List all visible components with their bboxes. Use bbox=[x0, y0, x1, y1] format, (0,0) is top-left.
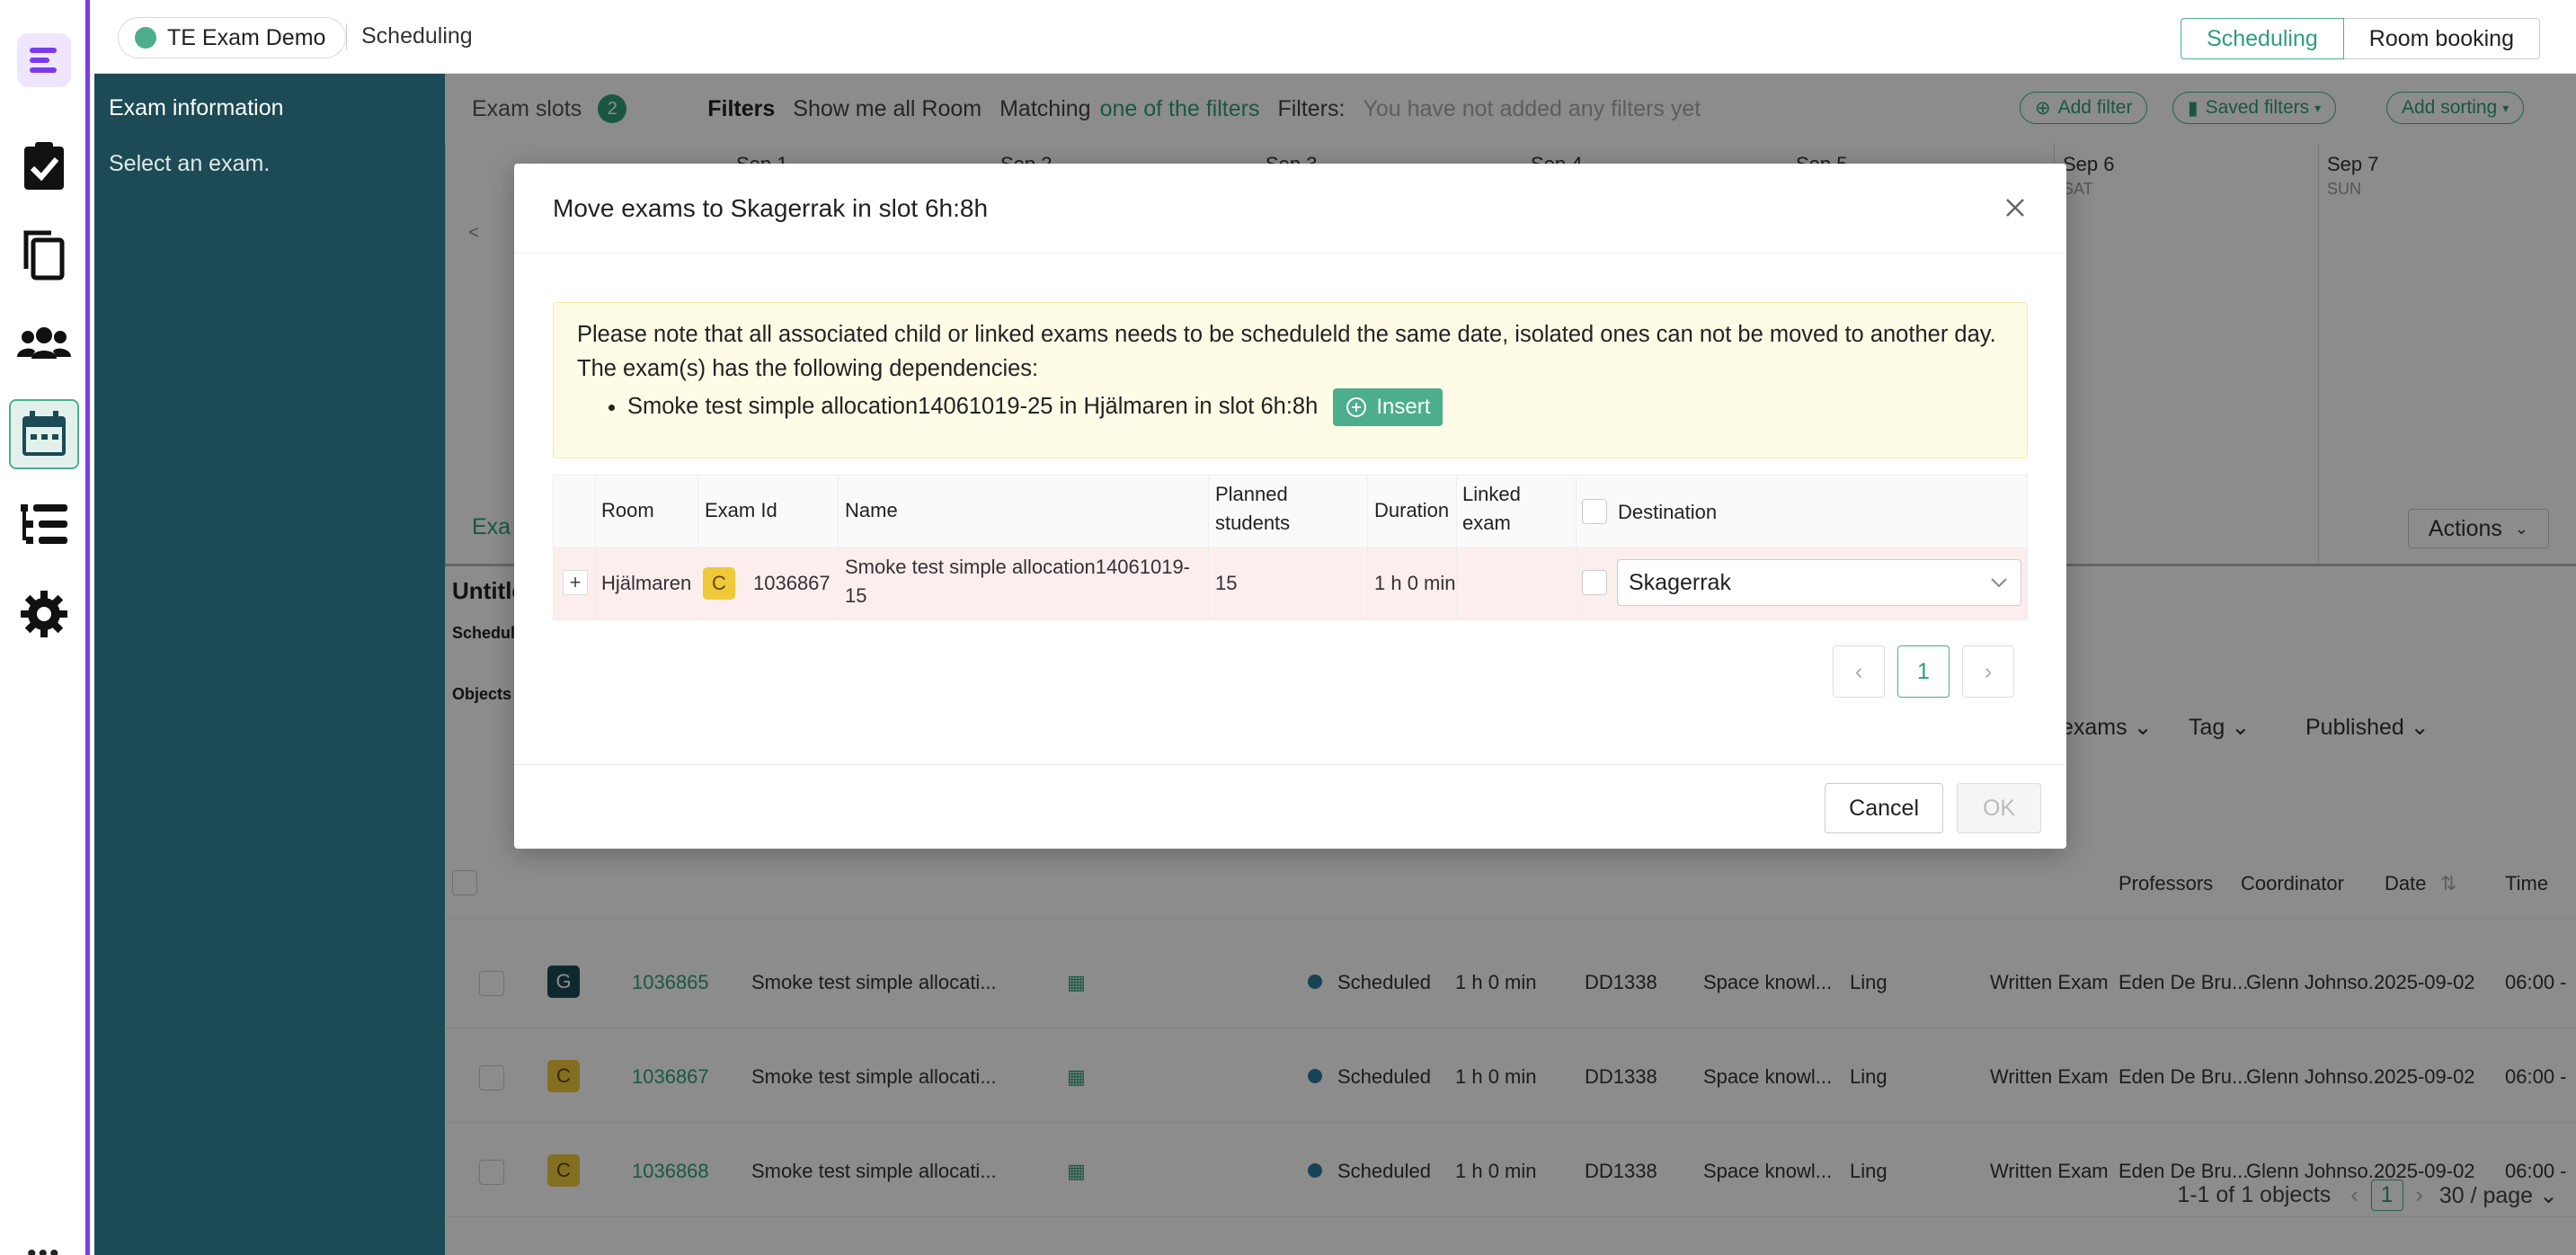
page-number[interactable]: 1 bbox=[1897, 645, 1950, 698]
col-planned-students-line2: students bbox=[1215, 512, 1291, 534]
nav-list[interactable] bbox=[9, 491, 79, 561]
dialog-header: Move exams to Skagerrak in slot 6h:8h bbox=[514, 164, 2066, 254]
dialog-title: Move exams to Skagerrak in slot 6h:8h bbox=[553, 194, 989, 222]
exam-info-title: Exam information bbox=[109, 95, 284, 120]
col-exam-id: Exam Id bbox=[705, 499, 777, 521]
move-exams-dialog: Move exams to Skagerrak in slot 6h:8h Pl… bbox=[514, 164, 2066, 849]
dependency-notice: Please note that all associated child or… bbox=[553, 302, 2028, 458]
tab-scheduling[interactable]: Scheduling bbox=[2181, 18, 2344, 59]
col-duration: Duration bbox=[1374, 499, 1450, 521]
dialog-footer: Cancel OK bbox=[514, 764, 2066, 849]
more-icon[interactable]: ••• bbox=[27, 1239, 61, 1255]
col-destination: Destination bbox=[1618, 501, 1718, 523]
prev-page-button[interactable]: ‹ bbox=[1833, 645, 1885, 698]
type-badge: C bbox=[703, 567, 735, 600]
table-row: + Hjälmaren C 1036867 Smoke test simple … bbox=[553, 548, 2028, 620]
view-switcher: Scheduling Room booking bbox=[2181, 18, 2540, 59]
org-name: TE Exam Demo bbox=[167, 24, 326, 50]
nav-people[interactable] bbox=[9, 307, 79, 378]
exam-name-line2: 15 bbox=[845, 584, 867, 607]
chevron-down-icon bbox=[1991, 578, 2007, 588]
duration: 1 h 0 min bbox=[1374, 572, 1456, 594]
tab-room-booking[interactable]: Room booking bbox=[2343, 18, 2540, 59]
dependency-text: Smoke test simple allocation14061019-25 … bbox=[627, 394, 1319, 419]
breadcrumb: Scheduling bbox=[346, 23, 473, 49]
table-header: Room Exam Id Name Planned students Durat… bbox=[553, 475, 2028, 548]
app-rail: ••• bbox=[0, 0, 90, 1255]
topbar: TE Exam Demo Scheduling Scheduling Room … bbox=[94, 0, 2576, 74]
org-status-dot bbox=[135, 27, 156, 49]
move-exams-table: Room Exam Id Name Planned students Durat… bbox=[553, 475, 2028, 620]
logo-icon bbox=[17, 33, 71, 87]
list-icon bbox=[21, 504, 67, 544]
planned-students: 15 bbox=[1215, 572, 1238, 594]
nav-scheduling[interactable] bbox=[9, 399, 79, 469]
org-switcher[interactable]: TE Exam Demo bbox=[118, 17, 347, 58]
dialog-pagination: ‹ 1 › bbox=[1820, 645, 2014, 698]
destination-value: Skagerrak bbox=[1629, 570, 1731, 595]
next-page-button[interactable]: › bbox=[1962, 645, 2014, 698]
dependency-item: Smoke test simple allocation14061019-25 … bbox=[627, 386, 2003, 427]
cancel-button[interactable]: Cancel bbox=[1825, 783, 1943, 833]
ok-button[interactable]: OK bbox=[1957, 783, 2041, 833]
insert-label: Insert bbox=[1376, 395, 1431, 420]
col-name: Name bbox=[845, 499, 898, 521]
exam-info-hint: Select an exam. bbox=[109, 151, 271, 176]
select-all-checkbox[interactable] bbox=[1582, 499, 1607, 524]
room: Hjälmaren bbox=[601, 572, 692, 594]
plus-circle-icon bbox=[1346, 397, 1367, 418]
users-icon bbox=[17, 327, 71, 359]
col-linked-exam-line1: Linked bbox=[1462, 483, 1521, 505]
row-checkbox[interactable] bbox=[1582, 570, 1607, 595]
exam-name-line1: Smoke test simple allocation14061019- bbox=[845, 556, 1191, 578]
calendar-icon bbox=[22, 411, 66, 456]
insert-button[interactable]: Insert bbox=[1333, 388, 1443, 427]
gear-icon bbox=[21, 591, 67, 637]
col-planned-students-line1: Planned bbox=[1215, 483, 1288, 505]
destination-select[interactable]: Skagerrak bbox=[1617, 559, 2021, 606]
close-icon[interactable] bbox=[2000, 192, 2030, 223]
notice-text: Please note that all associated child or… bbox=[577, 322, 1996, 381]
dependency-list: Smoke test simple allocation14061019-25 … bbox=[627, 386, 2003, 427]
col-linked-exam-line2: exam bbox=[1462, 512, 1511, 534]
app-logo[interactable] bbox=[9, 25, 79, 95]
nav-exams[interactable] bbox=[9, 131, 79, 201]
exam-info-panel: Exam information Select an exam. bbox=[94, 74, 445, 1255]
nav-copies[interactable] bbox=[9, 219, 79, 289]
clipboard-check-icon bbox=[24, 142, 64, 190]
col-room: Room bbox=[601, 499, 654, 521]
nav-settings[interactable] bbox=[9, 579, 79, 649]
copy-icon bbox=[23, 230, 65, 280]
expand-row-icon[interactable]: + bbox=[563, 570, 588, 595]
exam-id: 1036867 bbox=[753, 572, 831, 594]
